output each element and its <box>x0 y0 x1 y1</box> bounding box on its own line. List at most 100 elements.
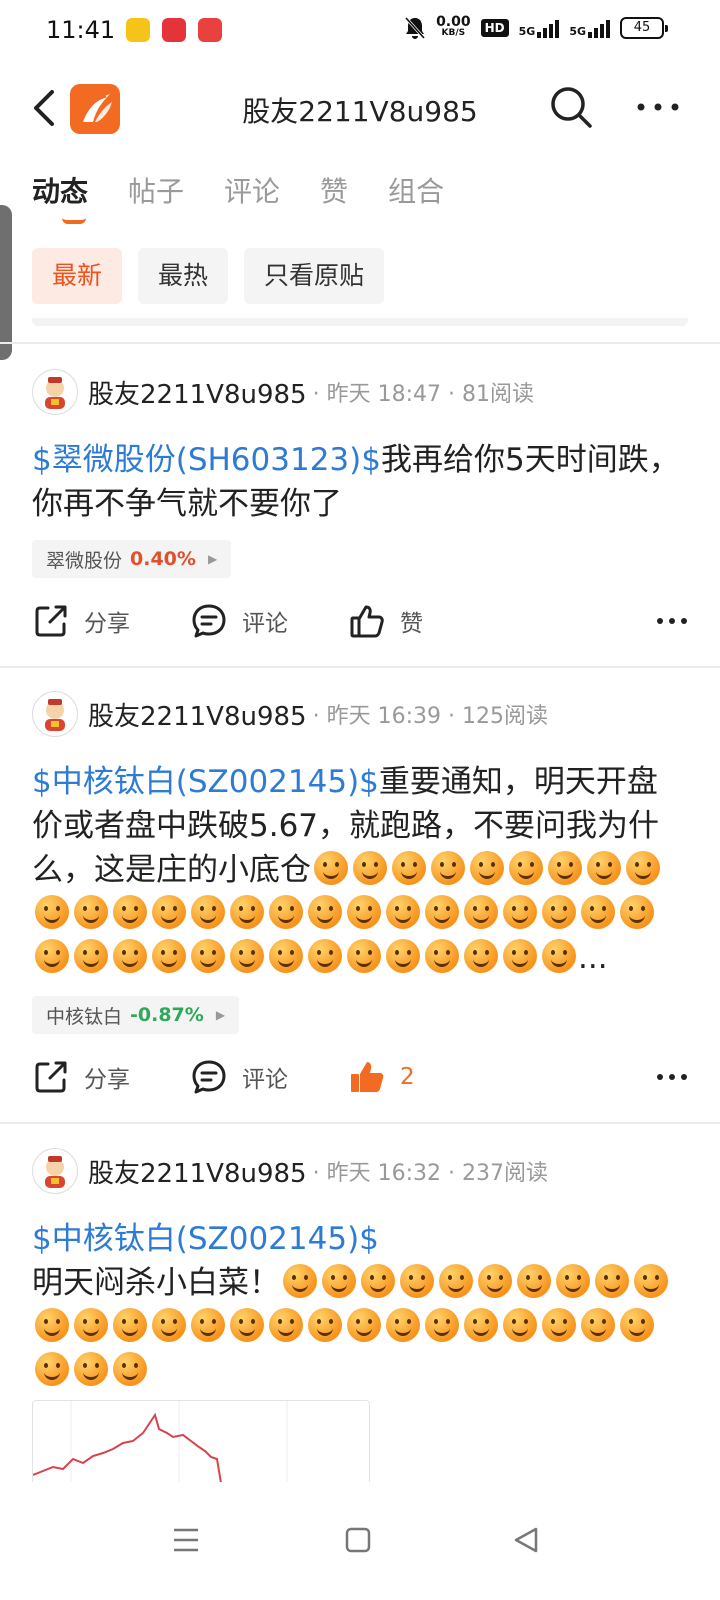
like-label: 赞 <box>400 611 423 637</box>
smile-emoji-icon <box>361 1264 395 1298</box>
post-username[interactable]: 股友2211V8u985 <box>88 696 307 733</box>
smile-emoji-icon <box>386 939 420 973</box>
app-notification-icon <box>198 18 222 42</box>
stock-link[interactable]: $中核钛白(SZ002145)$ <box>32 764 379 800</box>
divider <box>0 666 720 668</box>
post-card[interactable]: 股友2211V8u985 · 昨天 16:39 · 125阅读 $中核钛白(SZ… <box>32 690 688 1034</box>
smile-emoji-icon <box>587 851 621 885</box>
post-meta: · 昨天 18:47 · 81阅读 <box>312 382 534 407</box>
comment-button[interactable]: 评论 <box>190 602 288 640</box>
post-content[interactable]: $中核钛白(SZ002145)$重要通知，明天开盘价或者盘中跌破5.67，就跑路… <box>32 760 688 980</box>
profile-tabs: 动态 帖子 评论 赞 组合 <box>32 170 484 224</box>
comment-icon <box>192 1060 226 1094</box>
more-options-icon[interactable] <box>656 1072 688 1082</box>
stock-tag-name: 中核钛白 <box>46 1005 123 1028</box>
tab-likes[interactable]: 赞 <box>320 170 348 210</box>
post-ellipsis: ... <box>578 940 608 976</box>
tab-portfolio[interactable]: 组合 <box>388 170 444 210</box>
smile-emoji-icon <box>353 851 387 885</box>
play-arrow-icon: ▶ <box>215 1008 226 1022</box>
smile-emoji-icon <box>191 895 225 929</box>
tab-comments[interactable]: 评论 <box>224 170 280 210</box>
post-actions: 分享 评论 2 <box>32 1058 688 1102</box>
post-header: 股友2211V8u985 · 昨天 16:39 · 125阅读 <box>32 690 688 738</box>
avatar[interactable] <box>32 369 78 415</box>
smile-emoji-icon <box>230 895 264 929</box>
post-content[interactable]: $中核钛白(SZ002145)$ 明天闷杀小白菜！ <box>32 1217 688 1393</box>
post-meta: · 昨天 16:32 · 237阅读 <box>312 1161 548 1186</box>
post-actions: 分享 评论 赞 <box>32 602 688 646</box>
smile-emoji-icon <box>634 1264 668 1298</box>
signal-label: 5G <box>518 25 536 38</box>
more-options-icon[interactable] <box>656 616 688 626</box>
back-triangle-icon[interactable] <box>508 1522 544 1558</box>
smile-emoji-icon <box>322 1264 356 1298</box>
smile-emoji-icon <box>269 939 303 973</box>
smile-emoji-icon <box>400 1264 434 1298</box>
thumbs-up-icon <box>350 605 384 638</box>
like-button[interactable]: 赞 <box>348 602 423 640</box>
stock-tag-change: 0.40% <box>130 548 196 570</box>
stock-link[interactable]: $中核钛白(SZ002145)$ <box>32 1217 688 1261</box>
like-button[interactable]: 2 <box>348 1058 415 1096</box>
smile-emoji-icon <box>464 1308 498 1342</box>
post-username[interactable]: 股友2211V8u985 <box>88 374 307 411</box>
share-button[interactable]: 分享 <box>32 1058 130 1096</box>
smile-emoji-icon <box>478 1264 512 1298</box>
smile-emoji-icon <box>347 1308 381 1342</box>
post-content[interactable]: $翠微股份(SH603123)$我再给你5天时间跌，你再不争气就不要你了 <box>32 438 688 526</box>
thumbs-up-filled-icon <box>351 1062 384 1092</box>
mute-bell-icon <box>404 16 426 40</box>
smile-emoji-icon <box>152 1308 186 1342</box>
smile-emoji-icon <box>314 851 348 885</box>
network-speed: 0.00 KB/S <box>436 15 471 39</box>
smile-emoji-icon <box>113 1352 147 1386</box>
smile-emoji-icon <box>152 939 186 973</box>
like-count: 2 <box>400 1064 415 1090</box>
tab-label: 评论 <box>224 175 281 208</box>
smile-emoji-icon <box>74 895 108 929</box>
smile-emoji-icon <box>556 1264 590 1298</box>
stock-tag-name: 翠微股份 <box>46 549 123 572</box>
share-label: 分享 <box>84 1067 130 1093</box>
smile-emoji-icon <box>431 851 465 885</box>
filter-latest[interactable]: 最新 <box>32 248 123 304</box>
tab-posts[interactable]: 帖子 <box>128 170 184 210</box>
stock-tag[interactable]: 中核钛白 -0.87% ▶ <box>32 996 240 1034</box>
smile-emoji-icon <box>308 1308 342 1342</box>
post-header: 股友2211V8u985 · 昨天 18:47 · 81阅读 <box>32 368 688 416</box>
post-chart-image[interactable] <box>32 1400 370 1482</box>
search-icon[interactable] <box>548 84 596 132</box>
comment-button[interactable]: 评论 <box>190 1058 288 1096</box>
share-button[interactable]: 分享 <box>32 602 130 640</box>
tab-label: 动态 <box>32 175 89 208</box>
smile-emoji-icon <box>509 851 543 885</box>
filter-hottest[interactable]: 最热 <box>138 248 229 304</box>
smile-emoji-icon <box>74 1308 108 1342</box>
avatar[interactable] <box>32 691 78 737</box>
signal-icon: 5G <box>519 18 560 38</box>
tab-activity[interactable]: 动态 <box>32 170 89 224</box>
side-drag-handle[interactable] <box>0 205 12 360</box>
more-options-icon[interactable] <box>636 100 680 114</box>
signal-label: 5G <box>569 25 586 38</box>
post-username[interactable]: 股友2211V8u985 <box>88 1153 307 1190</box>
menu-icon[interactable] <box>168 1522 204 1558</box>
smile-emoji-icon <box>464 939 498 973</box>
stock-tag[interactable]: 翠微股份 0.40% ▶ <box>32 540 232 578</box>
smile-emoji-icon <box>542 1308 576 1342</box>
smile-emoji-icon <box>517 1264 551 1298</box>
smile-emoji-icon <box>542 895 576 929</box>
post-card[interactable]: 股友2211V8u985 · 昨天 16:32 · 237阅读 $中核钛白(SZ… <box>32 1147 688 1393</box>
smile-emoji-icon <box>230 939 264 973</box>
smile-emoji-icon <box>503 895 537 929</box>
tab-label: 帖子 <box>128 175 185 208</box>
filter-original-only[interactable]: 只看原贴 <box>244 248 385 304</box>
smile-emoji-icon <box>347 895 381 929</box>
post-card[interactable]: 股友2211V8u985 · 昨天 18:47 · 81阅读 $翠微股份(SH6… <box>32 368 688 578</box>
stock-link[interactable]: $翠微股份(SH603123)$ <box>32 442 381 478</box>
home-square-icon[interactable] <box>340 1522 376 1558</box>
post-text: 明天闷杀小白菜！ <box>32 1265 280 1301</box>
avatar[interactable] <box>32 1148 78 1194</box>
smile-emoji-icon <box>620 895 654 929</box>
